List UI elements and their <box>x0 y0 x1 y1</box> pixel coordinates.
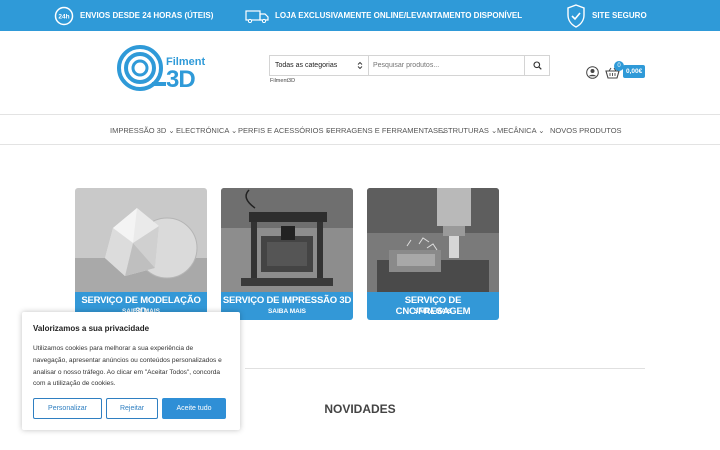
cookie-reject-button[interactable]: Rejeitar <box>106 398 158 419</box>
cookie-accept-button[interactable]: Aceite tudo <box>162 398 226 419</box>
shield-check-icon <box>567 3 585 28</box>
service-card-impressao[interactable]: SERVIÇO DE IMPRESSÃO 3D SAIBA MAIS <box>221 188 353 320</box>
main-nav: IMPRESSÃO 3D ⌄ ELECTRÓNICA ⌄ PERFIS E AC… <box>0 114 720 145</box>
cookie-title: Valorizamos a sua privacidade <box>33 324 150 333</box>
nav-item-novos-produtos[interactable]: NOVOS PRODUTOS <box>550 126 622 135</box>
nav-item-ferragens[interactable]: FERRAGENS E FERRAMENTAS ⌄ <box>326 126 446 135</box>
category-select-value: Todas as categorias <box>275 62 338 69</box>
top-info-bar: 24h ENVIOS DESDE 24 HORAS (ÚTEIS) LOJA E… <box>0 0 720 31</box>
service-card-cnc[interactable]: SERVIÇO DE CNC/FRESAGEM SAIBA MAIS <box>367 188 499 320</box>
clock-24h-icon: 24h <box>54 6 74 25</box>
service-link[interactable]: SAIBA MAIS <box>221 308 353 315</box>
nav-item-mecanica[interactable]: MECÂNICA ⌄ <box>497 126 545 135</box>
cookie-consent-banner: Valorizamos a sua privacidade Utilizamos… <box>22 312 240 430</box>
user-icon <box>586 66 599 79</box>
select-arrows-icon <box>357 61 363 70</box>
svg-text:24h: 24h <box>58 13 69 20</box>
search-bar: Todas as categorias <box>269 55 550 76</box>
service-link[interactable]: SAIBA MAIS <box>367 308 499 315</box>
search-under-label[interactable]: Filment3D <box>270 78 295 84</box>
site-header: Filment 3D Todas as categorias Filment3D <box>0 31 720 114</box>
secure-info: SITE SEGURO <box>566 0 647 31</box>
service-image-impressao <box>221 188 353 292</box>
chevron-down-icon: ⌄ <box>538 126 545 135</box>
chevron-down-icon: ⌄ <box>168 126 175 135</box>
chevron-down-icon: ⌄ <box>231 126 238 135</box>
search-input[interactable] <box>369 56 524 75</box>
store-text: LOJA EXCLUSIVAMENTE ONLINE/LEVANTAMENTO … <box>275 11 523 20</box>
search-icon <box>532 61 542 70</box>
section-title-novidades: NOVIDADES <box>324 402 396 416</box>
logo-text-3d: 3D <box>166 66 196 93</box>
category-select[interactable]: Todas as categorias <box>270 56 369 75</box>
service-title: SERVIÇO DE IMPRESSÃO 3D <box>222 295 352 306</box>
search-button[interactable] <box>524 56 549 75</box>
account-button[interactable] <box>586 66 599 84</box>
nav-item-electronica[interactable]: ELECTRÓNICA ⌄ <box>176 126 237 135</box>
cookie-body: Utilizamos cookies para melhorar a sua e… <box>33 345 222 388</box>
truck-icon <box>245 9 269 23</box>
site-logo[interactable]: Filment 3D <box>116 44 216 96</box>
cart-button[interactable]: 0 <box>605 61 624 84</box>
nav-item-impressao-3d[interactable]: IMPRESSÃO 3D ⌄ <box>110 126 175 135</box>
cart-total[interactable]: 0,00€ <box>623 65 646 78</box>
store-info: LOJA EXCLUSIVAMENTE ONLINE/LEVANTAMENTO … <box>245 0 522 31</box>
service-image-modelacao <box>75 188 207 292</box>
logo-emblem-icon <box>117 45 166 91</box>
section-divider <box>245 368 645 369</box>
nav-item-perfis[interactable]: PERFIS E ACESSÓRIOS ⌄ <box>238 126 332 135</box>
service-image-cnc <box>367 188 499 292</box>
cookie-customize-button[interactable]: Personalizar <box>33 398 102 419</box>
delivery-text: ENVIOS DESDE 24 HORAS (ÚTEIS) <box>80 11 214 20</box>
service-card-modelacao[interactable]: SERVIÇO DE MODELAÇÃO 3D SAIBA MAIS <box>75 188 207 320</box>
delivery-info: 24h ENVIOS DESDE 24 HORAS (ÚTEIS) <box>54 0 213 31</box>
secure-text: SITE SEGURO <box>592 11 647 20</box>
nav-item-estruturas[interactable]: ESTRUTURAS ⌄ <box>438 126 497 135</box>
